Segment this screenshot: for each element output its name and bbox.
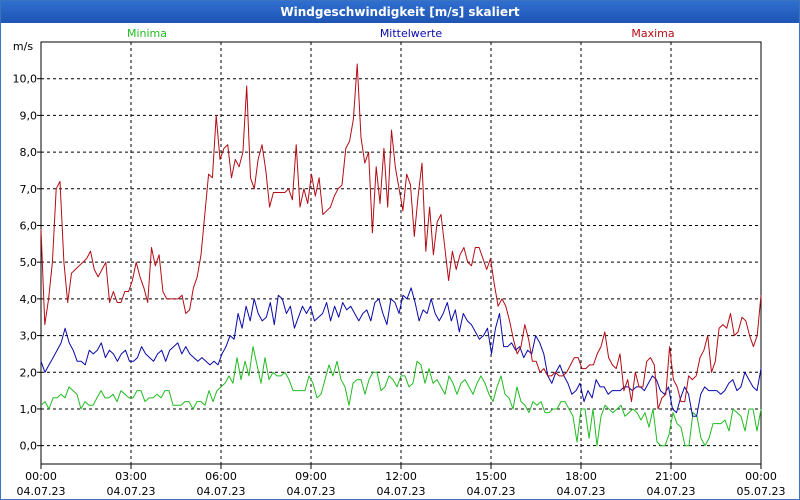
- x-tick-date-label: 04.07.23: [467, 485, 516, 498]
- y-tick-label: 3,0: [20, 330, 38, 343]
- legend-minima: Minima: [127, 27, 167, 40]
- x-tick-date-label: 04.07.23: [557, 485, 606, 498]
- x-tick-date-label: 04.07.23: [377, 485, 426, 498]
- y-tick-label: 5,0: [20, 256, 38, 269]
- x-axis-ticks: 00:00 04.07.23 03:00 04.07.23 06:00 04.07.23 0…: [17, 464, 786, 498]
- x-tick-date-label: 04.07.23: [197, 485, 246, 498]
- legend-mittelwerte: Mittelwerte: [380, 27, 443, 40]
- x-tick-time-label: 06:00: [205, 470, 237, 483]
- y-axis-unit-label: m/s: [13, 40, 33, 53]
- y-tick-label: 1,0: [20, 403, 38, 416]
- legend-maxima: Maxima: [631, 27, 674, 40]
- y-tick-label: 6,0: [20, 219, 38, 232]
- x-tick-date-label: 05.07.23: [737, 485, 786, 498]
- x-tick-date-label: 04.07.23: [17, 485, 66, 498]
- y-tick-label: 4,0: [20, 293, 38, 306]
- x-tick-time-label: 12:00: [385, 470, 417, 483]
- x-tick-time-label: 18:00: [565, 470, 597, 483]
- x-tick-time-label: 15:00: [475, 470, 507, 483]
- y-tick-label: 8,0: [20, 146, 38, 159]
- x-tick-time-label: 03:00: [115, 470, 147, 483]
- x-tick-time-label: 09:00: [295, 470, 327, 483]
- x-tick-time-label: 00:00: [745, 470, 777, 483]
- x-tick-date-label: 04.07.23: [647, 485, 696, 498]
- x-tick-time-label: 21:00: [655, 470, 687, 483]
- y-tick-label: 2,0: [20, 366, 38, 379]
- y-tick-label: 9,0: [20, 109, 38, 122]
- x-tick-time-label: 00:00: [25, 470, 57, 483]
- y-axis-ticks: 0,0 1,0 2,0 3,0 4,0 5,0 6,0 7,0 8,0 9,0 10,0: [13, 73, 41, 453]
- chart-title: Windgeschwindigkeit [m/s] skaliert: [1, 1, 799, 23]
- y-tick-label: 10,0: [13, 73, 38, 86]
- y-tick-label: 7,0: [20, 183, 38, 196]
- x-tick-date-label: 04.07.23: [107, 485, 156, 498]
- line-chart: 0,0 1,0 2,0 3,0 4,0 5,0 6,0 7,0 8,0 9,0 10,0 00:00…: [13, 27, 786, 498]
- x-tick-date-label: 04.07.23: [287, 485, 336, 498]
- chart-window: Windgeschwindigkeit [m/s] skaliert 0,0 1,…: [0, 0, 800, 500]
- y-tick-label: 0,0: [20, 440, 38, 453]
